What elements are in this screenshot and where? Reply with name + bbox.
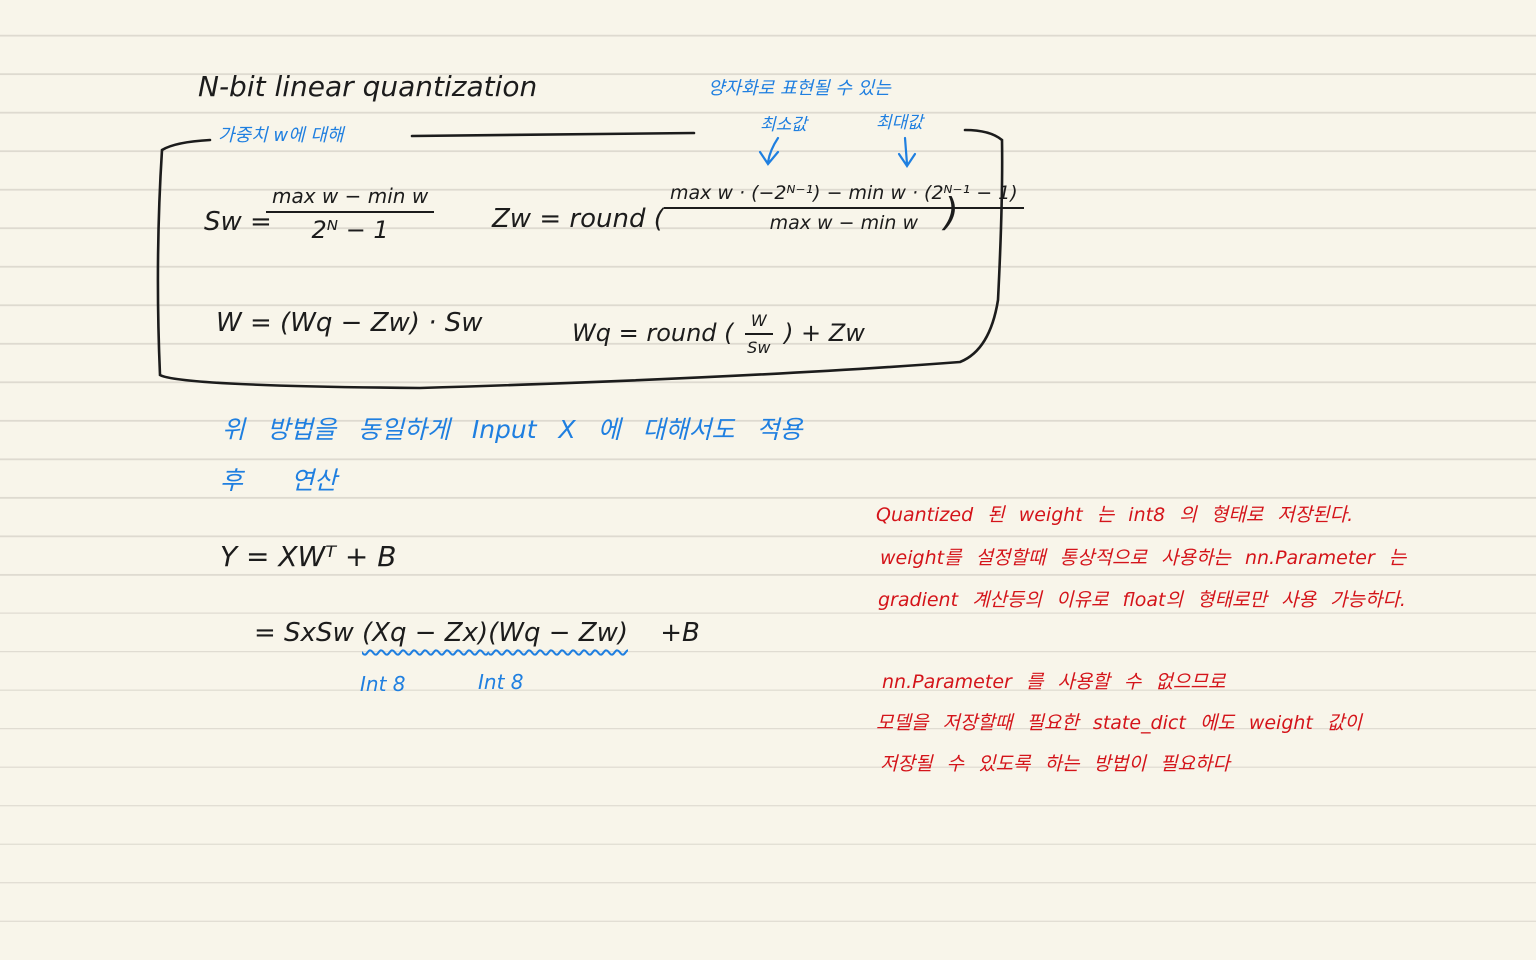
arrow-min-icon: [758, 136, 780, 166]
wq-denominator: Sw: [747, 338, 771, 357]
zw-denominator: max w − min w: [769, 212, 919, 234]
y-eq2-w-term: (Wq − Zw): [488, 618, 628, 648]
red-note-3: gradient 계산등의 이유로 float의 형태로만 사용 가능하다.: [878, 589, 1406, 611]
y-equation-1: Y = XWᵀ + B: [220, 540, 397, 573]
annotation-representable: 양자화로 표현될 수 있는: [708, 78, 891, 99]
zw-fraction: max w · (−2ᴺ⁻¹) − min w · (2ᴺ⁻¹ − 1) max…: [664, 182, 1024, 234]
annotation-min: 최소값: [760, 115, 807, 135]
y-eq2-suffix: +B: [660, 618, 700, 648]
sw-denominator: 2ᴺ − 1: [311, 216, 389, 244]
zw-lhs: Zw = round (: [492, 204, 664, 234]
red-note-5: 모델을 저장할때 필요한 state_dict 에도 weight 값이: [876, 712, 1362, 734]
note-blue-line-2: 후 연산: [220, 466, 337, 495]
wq-numerator: W: [744, 311, 773, 335]
wq-formula: Wq = round ( W Sw ) + Zw: [572, 311, 865, 357]
page-title: N-bit linear quantization: [198, 70, 538, 103]
note-blue-line-1: 위 방법을 동일하게 Input X 에 대해서도 적용: [222, 415, 803, 444]
arrow-max-icon: [897, 136, 917, 168]
zw-numerator: max w · (−2ᴺ⁻¹) − min w · (2ᴺ⁻¹ − 1): [664, 182, 1024, 209]
wq-lhs: Wq = round (: [572, 319, 734, 347]
annotation-max: 최대값: [876, 113, 923, 133]
y-eq2-prefix: = SxSw: [254, 618, 354, 648]
wq-rhs: ) + Zw: [784, 319, 865, 347]
y-eq2-x-term: (Xq − Zx): [361, 618, 489, 648]
sw-numerator: max w − min w: [266, 184, 435, 213]
sw-lhs: Sw =: [204, 207, 272, 237]
int8-label-w: Int 8: [478, 670, 524, 694]
box-label: 가중치 w에 대해: [218, 125, 344, 146]
red-note-6: 저장될 수 있도록 하는 방법이 필요하다: [880, 753, 1230, 775]
box-top-edge: [410, 131, 696, 138]
red-note-1: Quantized 된 weight 는 int8 의 형태로 저장된다.: [876, 504, 1354, 526]
red-note-2: weight를 설정할때 통상적으로 사용하는 nn.Parameter 는: [880, 547, 1407, 569]
zw-close-paren: ): [944, 190, 959, 234]
w-dequant-formula: W = (Wq − Zw) · Sw: [216, 308, 483, 338]
y-equation-2: = SxSw (Xq − Zx)(Wq − Zw) +B: [254, 618, 700, 648]
red-note-4: nn.Parameter 를 사용할 수 없으므로: [882, 671, 1226, 693]
sw-fraction: max w − min w 2ᴺ − 1: [266, 184, 435, 244]
int8-label-x: Int 8: [360, 672, 406, 696]
